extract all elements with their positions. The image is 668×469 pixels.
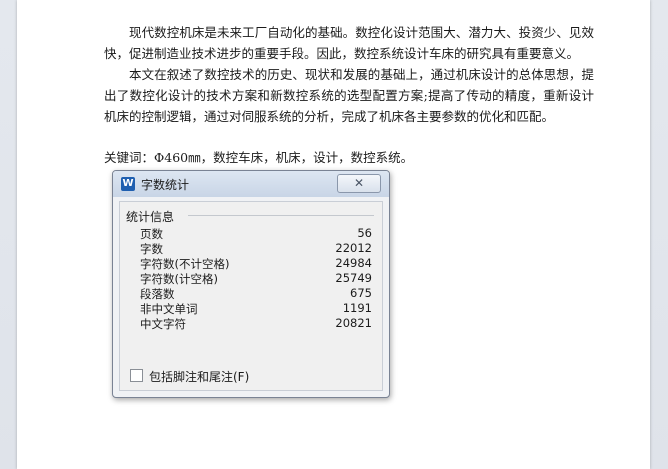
- stat-label: 字符数(计空格): [140, 272, 218, 286]
- stat-label: 页数: [140, 227, 163, 241]
- stat-row-pages: 页数 56: [140, 226, 372, 241]
- paragraph-1[interactable]: 现代数控机床是未来工厂自动化的基础。数控化设计范围大、潜力大、投资少、见效快，促…: [104, 22, 594, 64]
- include-footnotes-label[interactable]: 包括脚注和尾注(F): [149, 368, 249, 385]
- stats-list: 页数 56 字数 22012 字符数(不计空格) 24984 字符数(计空格) …: [140, 226, 372, 331]
- stat-row-words: 字数 22012: [140, 241, 372, 256]
- stat-value: 22012: [335, 241, 372, 255]
- group-divider: [188, 215, 374, 216]
- stat-row-non-chinese-words: 非中文单词 1191: [140, 301, 372, 316]
- stat-value: 25749: [335, 271, 372, 285]
- stats-group-title: 统计信息: [126, 210, 175, 224]
- dialog-titlebar[interactable]: W 字数统计 ✕: [113, 171, 389, 197]
- document-body[interactable]: 现代数控机床是未来工厂自动化的基础。数控化设计范围大、潜力大、投资少、见效快，促…: [104, 22, 594, 127]
- stat-label: 段落数: [140, 287, 175, 301]
- stat-row-paragraphs: 段落数 675: [140, 286, 372, 301]
- stat-row-chars-with-spaces: 字符数(计空格) 25749: [140, 271, 372, 286]
- include-footnotes-checkbox[interactable]: [130, 369, 143, 382]
- stat-label: 字符数(不计空格): [140, 257, 230, 271]
- dialog-title: 字数统计: [141, 178, 190, 192]
- stat-value: 56: [357, 226, 372, 240]
- stat-value: 20821: [335, 316, 372, 330]
- close-icon[interactable]: ✕: [337, 174, 381, 193]
- stat-value: 1191: [342, 301, 372, 315]
- dialog-content: 统计信息 页数 56 字数 22012 字符数(不计空格) 24984 字符数(…: [119, 201, 383, 391]
- stat-label: 非中文单词: [140, 302, 198, 316]
- keywords-line[interactable]: 关键词：Φ460㎜，数控车床，机床，设计，数控系统。: [104, 147, 413, 166]
- paragraph-2[interactable]: 本文在叙述了数控技术的历史、现状和发展的基础上，通过机床设计的总体思想，提出了数…: [104, 64, 594, 127]
- stat-value: 24984: [335, 256, 372, 270]
- workspace: 现代数控机床是未来工厂自动化的基础。数控化设计范围大、潜力大、投资少、见效快，促…: [0, 0, 668, 469]
- stat-value: 675: [350, 286, 372, 300]
- wps-writer-icon: W: [121, 177, 135, 191]
- stat-label: 中文字符: [140, 317, 186, 331]
- stat-label: 字数: [140, 242, 163, 256]
- stat-row-chars-no-spaces: 字符数(不计空格) 24984: [140, 256, 372, 271]
- word-count-dialog: W 字数统计 ✕ 统计信息 页数 56 字数 22012 字符数(不计空格) 2…: [112, 170, 390, 398]
- stat-row-chinese-chars: 中文字符 20821: [140, 316, 372, 331]
